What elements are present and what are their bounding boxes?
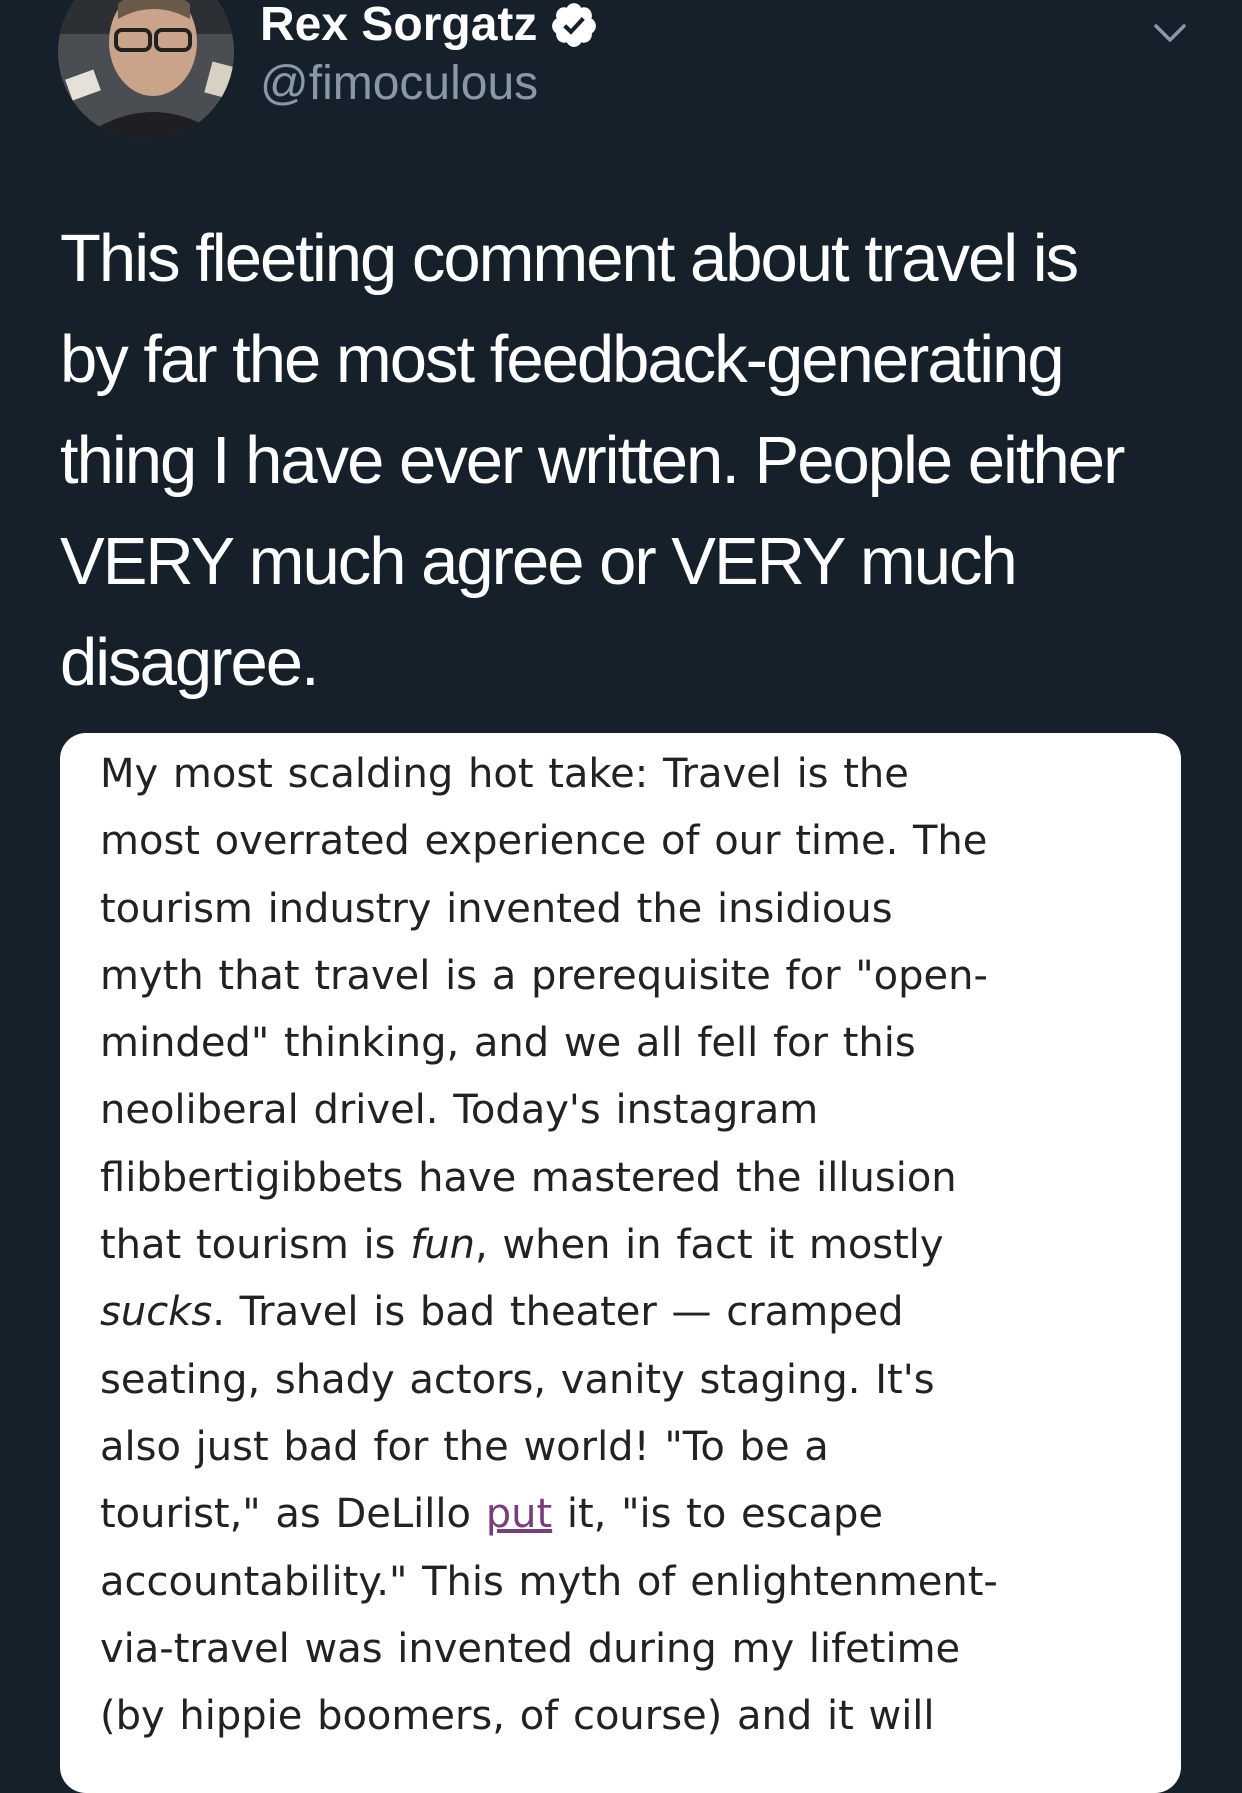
chevron-down-icon[interactable] xyxy=(1150,14,1190,50)
media-text-line: neoliberal drivel. Today's instagram xyxy=(100,1087,819,1134)
tweet-text-line: disagree. xyxy=(60,625,320,700)
media-text-line: My most scalding hot take: Travel is the xyxy=(100,751,909,797)
media-text-line: tourist," as DeLillo put it, "is to esca… xyxy=(100,1481,1160,1548)
media-text-line: sucks. Travel is bad theater — cramped xyxy=(100,1279,1160,1346)
media-text-line: myth that travel is a prerequisite for "… xyxy=(100,952,988,999)
author-display-name[interactable]: Rex Sorgatz xyxy=(260,0,599,52)
media-text-line: (by hippie boomers, of course) and it wi… xyxy=(100,1693,935,1740)
media-text-line: also just bad for the world! "To be a xyxy=(100,1423,829,1470)
avatar-photo xyxy=(58,0,234,140)
media-link-put: put xyxy=(485,1491,553,1538)
media-text-line: minded" thinking, and we all fell for th… xyxy=(100,1020,916,1067)
media-text-segment: it, "is to escape xyxy=(552,1491,883,1538)
author-name-text: Rex Sorgatz xyxy=(260,0,538,51)
media-text-line: flibbertigibbets have mastered the illus… xyxy=(100,1154,957,1201)
tweet-text-line: This fleeting comment about travel is xyxy=(60,221,1079,296)
media-text-segment: tourist," as DeLillo xyxy=(100,1491,486,1538)
media-text-block: My most scalding hot take: Travel is the… xyxy=(100,741,1160,1750)
media-text-emphasis: fun xyxy=(410,1222,475,1269)
author-handle[interactable]: @fimoculous xyxy=(260,56,538,112)
media-text-line: accountability." This myth of enlightenm… xyxy=(100,1558,998,1605)
media-text-line: most overrated experience of our time. T… xyxy=(100,818,988,865)
media-text-line: via-travel was invented during my lifeti… xyxy=(100,1625,961,1672)
tweet-text-line: VERY much agree or VERY much xyxy=(60,524,1018,599)
media-text-emphasis: sucks xyxy=(100,1289,213,1336)
media-text-line: seating, shady actors, vanity staging. I… xyxy=(100,1356,935,1403)
verified-badge-icon xyxy=(549,0,599,50)
tweet-text: This fleeting comment about travel is by… xyxy=(60,208,1190,713)
avatar[interactable] xyxy=(58,0,234,140)
tweet-media-image[interactable]: My most scalding hot take: Travel is the… xyxy=(60,733,1181,1793)
media-text-segment: , when in fact it mostly xyxy=(475,1222,944,1269)
media-text-line: tourism industry invented the insidious xyxy=(100,885,893,932)
tweet-text-line: thing I have ever written. People either xyxy=(60,423,1125,498)
tweet-text-line: by far the most feedback-generating xyxy=(60,322,1065,397)
media-text-segment: . Travel is bad theater — cramped xyxy=(212,1289,904,1336)
media-text-line: that tourism is fun, when in fact it mos… xyxy=(100,1212,1160,1279)
media-text-segment: that tourism is xyxy=(100,1222,411,1269)
